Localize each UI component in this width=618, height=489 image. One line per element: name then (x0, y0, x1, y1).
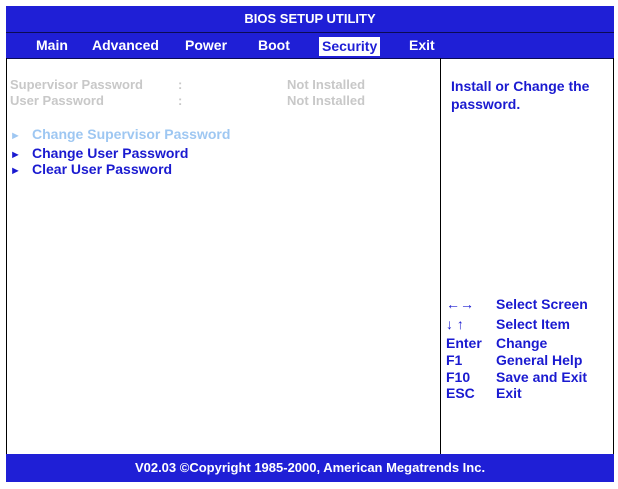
key-hint-description: Exit (496, 385, 522, 401)
bios-screen: BIOS SETUP UTILITY Main Advanced Power B… (0, 0, 618, 489)
key-hint-description: Select Screen (496, 296, 588, 312)
option-label: Clear User Password (32, 161, 173, 177)
panel-divider (440, 58, 441, 454)
left-right-arrows-icon: ←→ (446, 296, 474, 312)
menu-exit[interactable]: Exit (409, 33, 435, 58)
key-label: ESC (446, 385, 475, 401)
menu-advanced[interactable]: Advanced (92, 33, 159, 58)
menu-bar: Main Advanced Power Boot Security Exit (6, 33, 614, 59)
user-password-status: Not Installed (287, 93, 366, 108)
option-change-user-password[interactable]: ► Change User Password (10, 145, 188, 161)
supervisor-password-label: Supervisor Password (10, 77, 143, 92)
supervisor-password-status: Not Installed (287, 77, 366, 92)
arrow-right-icon: ► (10, 149, 21, 161)
option-label: Change Supervisor Password (32, 126, 231, 142)
up-down-arrows-icon: ↓ ↑ (446, 316, 464, 332)
option-clear-user-password[interactable]: ► Clear User Password (10, 161, 172, 177)
copyright-footer: V02.03 ©Copyright 1985-2000, American Me… (6, 454, 614, 482)
arrow-right-icon: ► (10, 130, 21, 142)
option-label: Change User Password (32, 145, 189, 161)
menu-security[interactable]: Security (318, 36, 382, 57)
main-panel (6, 58, 614, 454)
menu-main[interactable]: Main (36, 33, 68, 58)
arrow-right-icon: ► (10, 165, 21, 177)
key-hint-description: Select Item (496, 316, 570, 332)
field-separator: : (178, 93, 183, 108)
option-change-supervisor-password: ► Change Supervisor Password (10, 126, 230, 142)
help-text: Install or Change the password. (451, 78, 590, 112)
menu-power[interactable]: Power (185, 33, 227, 58)
field-separator: : (178, 77, 183, 92)
menu-boot[interactable]: Boot (258, 33, 290, 58)
title-bar: BIOS SETUP UTILITY (6, 6, 614, 33)
user-password-label: User Password (10, 93, 104, 108)
